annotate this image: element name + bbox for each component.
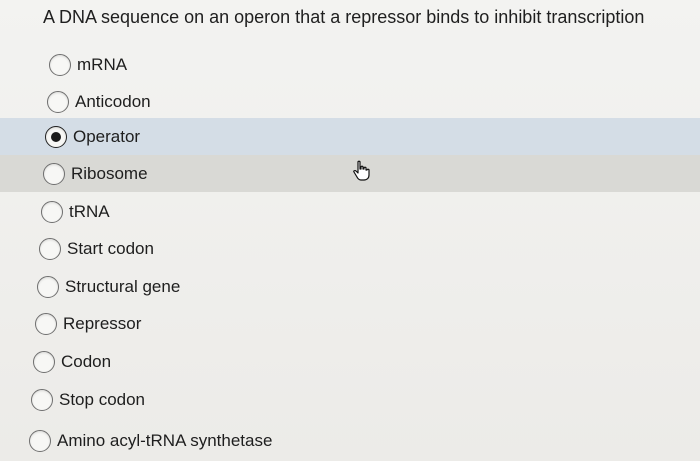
quiz-page: A DNA sequence on an operon that a repre…: [0, 0, 700, 461]
radio-button[interactable]: [41, 200, 63, 223]
radio-button[interactable]: [37, 275, 59, 298]
radio-button[interactable]: [33, 350, 55, 373]
option-label: tRNA: [69, 201, 110, 221]
radio-button[interactable]: [29, 429, 51, 452]
option-label: Repressor: [63, 313, 142, 333]
radio-button[interactable]: [31, 388, 53, 411]
radio-button[interactable]: [39, 237, 61, 260]
option-label: mRNA: [77, 54, 128, 74]
radio-button[interactable]: [43, 162, 65, 185]
option-trna[interactable]: tRNA: [0, 193, 700, 230]
radio-button[interactable]: [35, 312, 57, 335]
option-ribosome[interactable]: Ribosome: [0, 155, 700, 192]
option-label: Codon: [61, 351, 112, 371]
option-repressor[interactable]: Repressor: [0, 305, 700, 342]
option-label: Start codon: [67, 238, 154, 258]
option-label: Amino acyl-tRNA synthetase: [57, 430, 273, 450]
option-operator[interactable]: Operator: [0, 118, 700, 155]
option-start-codon[interactable]: Start codon: [0, 230, 700, 267]
radio-button[interactable]: [47, 90, 69, 113]
option-stop-codon[interactable]: Stop codon: [0, 381, 700, 418]
answer-options: mRNA Anticodon Operator Ribosome tRNA St…: [0, 0, 700, 461]
hand-pointer-icon: [353, 160, 370, 181]
selected-dot-icon: [51, 131, 61, 142]
option-label: Stop codon: [59, 389, 146, 409]
radio-button[interactable]: [49, 53, 71, 76]
option-amino-acyl-trna-synthetase[interactable]: Amino acyl-tRNA synthetase: [0, 422, 700, 459]
option-codon[interactable]: Codon: [0, 343, 700, 380]
option-label: Structural gene: [65, 276, 181, 296]
radio-button[interactable]: [45, 125, 67, 148]
option-label: Ribosome: [71, 163, 148, 183]
option-structural-gene[interactable]: Structural gene: [0, 268, 700, 305]
option-anticodon[interactable]: Anticodon: [0, 83, 700, 120]
option-mrna[interactable]: mRNA: [0, 46, 700, 83]
option-label: Anticodon: [75, 91, 151, 111]
option-label: Operator: [73, 126, 141, 146]
